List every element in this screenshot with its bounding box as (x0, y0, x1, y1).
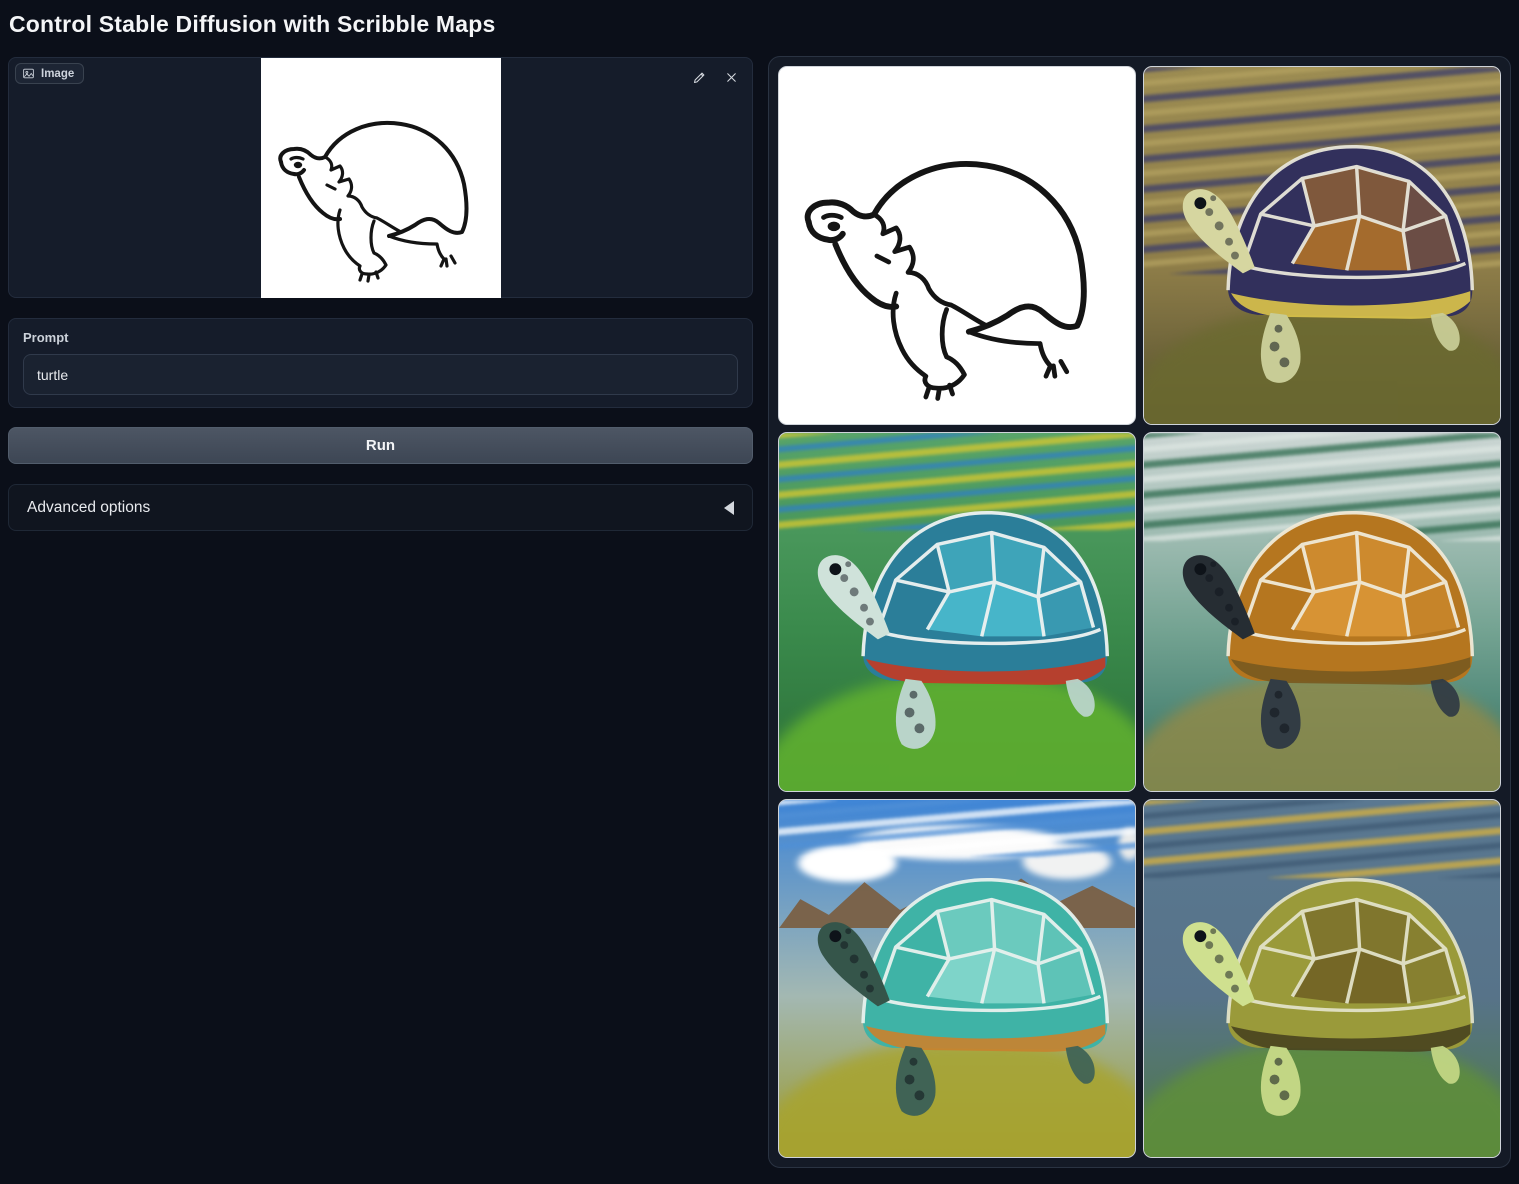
gallery-grid (778, 66, 1501, 1158)
scribble-turtle-drawing (261, 58, 501, 298)
gallery-item-turtle-clear-stream[interactable] (1143, 432, 1501, 791)
clear-image-button[interactable] (720, 66, 742, 88)
image-icon (22, 67, 35, 80)
image-input-label: Image (41, 68, 74, 80)
prompt-input[interactable] (23, 354, 738, 395)
generated-turtle-image (1144, 433, 1500, 790)
prompt-panel: Prompt (8, 318, 753, 408)
scribble-turtle-thumb (779, 67, 1135, 424)
image-input-panel: Image (8, 57, 753, 298)
generated-turtle-image (779, 800, 1135, 1157)
gallery-item-turtle-mountain-lake[interactable] (778, 799, 1136, 1158)
edit-image-button[interactable] (688, 66, 710, 88)
generated-turtle-image (1144, 67, 1500, 424)
gallery-item-turtle-reef-painting[interactable] (778, 432, 1136, 791)
gallery-item-scribble-map[interactable] (778, 66, 1136, 425)
page-title: Control Stable Diffusion with Scribble M… (9, 11, 496, 38)
gallery-item-turtle-golden-water[interactable] (1143, 66, 1501, 425)
close-icon (724, 70, 739, 85)
image-input-header: Image (15, 63, 84, 84)
pencil-icon (692, 70, 707, 85)
run-button[interactable]: Run (8, 427, 753, 464)
scribble-canvas[interactable] (261, 58, 501, 298)
advanced-options-accordion[interactable]: Advanced options (8, 484, 753, 531)
triangle-left-icon (724, 501, 734, 515)
output-gallery (768, 56, 1511, 1168)
generated-turtle-image (1144, 800, 1500, 1157)
advanced-options-label: Advanced options (27, 499, 150, 517)
prompt-label: Prompt (23, 330, 738, 345)
generated-turtle-image (779, 433, 1135, 790)
gallery-item-turtle-underwater-sunlight[interactable] (1143, 799, 1501, 1158)
